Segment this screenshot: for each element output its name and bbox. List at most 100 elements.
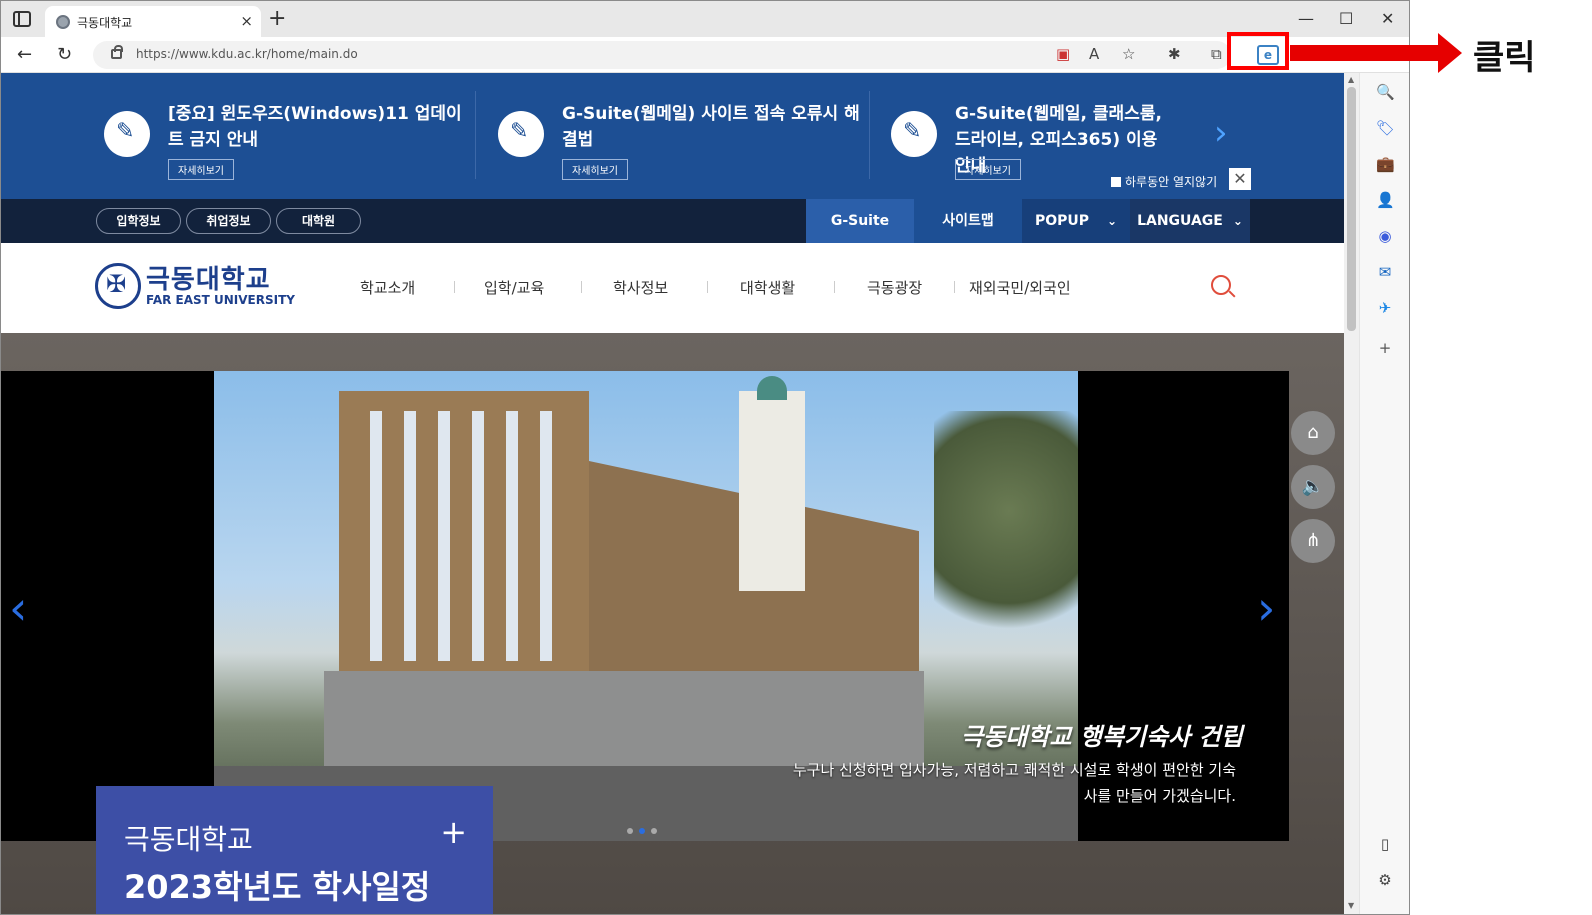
- edge-sidebar: 🔍 🏷 💼 👤 ◉ ✉ ✈ + ▯ ⚙: [1359, 73, 1409, 914]
- schedule-subtitle: 극동대학교: [124, 823, 253, 856]
- sidebar-add-icon[interactable]: +: [1376, 339, 1394, 357]
- sidebar-drop-icon[interactable]: ✈: [1376, 299, 1394, 317]
- notice-banner: [중요] 윈도우즈(Windows)11 업데이트 금지 안내 자세히보기 G-…: [1, 73, 1344, 199]
- menu-separator: [454, 281, 455, 293]
- dont-show-today-checkbox[interactable]: 하루동안 열지않기: [1111, 173, 1217, 190]
- share-button[interactable]: ⋔: [1291, 519, 1335, 563]
- logo-english[interactable]: FAR EAST UNIVERSITY: [146, 293, 295, 307]
- scroll-up-icon[interactable]: ▲: [1348, 75, 1354, 84]
- menu-admission-education[interactable]: 입학/교육: [484, 277, 544, 298]
- click-annotation-label: 클릭: [1473, 38, 1536, 78]
- minimize-button[interactable]: —: [1298, 9, 1314, 28]
- sidebar-shopping-icon[interactable]: 🏷: [1376, 119, 1395, 137]
- hero-slider: 극동대학교 행복기숙사 건립 누구나 신청하면 입사가능, 저렴하고 쾌적한 시…: [1, 333, 1344, 914]
- gsuite-button[interactable]: G-Suite: [806, 199, 914, 243]
- slide-pagination: [627, 819, 663, 838]
- menu-separator: [834, 281, 835, 293]
- slide-dot[interactable]: [651, 828, 657, 834]
- browser-window: 극동대학교 × + — ☐ ✕ ← ↻ https://www.kdu.ac.k…: [0, 0, 1410, 915]
- slide-caption-description: 누구나 신청하면 입사가능, 저렴하고 쾌적한 시설로 학생이 편안한 기숙사를…: [792, 761, 1236, 805]
- menu-separator: [954, 281, 955, 293]
- edit-icon: [498, 111, 544, 157]
- home-button[interactable]: ⌂: [1291, 411, 1335, 455]
- back-button[interactable]: ←: [17, 44, 32, 65]
- close-window-button[interactable]: ✕: [1381, 9, 1394, 28]
- building-windows-shape: [354, 411, 574, 661]
- tab-close-icon[interactable]: ×: [240, 12, 253, 30]
- maximize-button[interactable]: ☐: [1339, 9, 1353, 28]
- new-tab-button[interactable]: +: [268, 8, 286, 30]
- tab-title: 극동대학교: [77, 16, 133, 30]
- sitemap-button[interactable]: 사이트맵: [914, 199, 1022, 243]
- menu-academic-info[interactable]: 학사정보: [613, 277, 668, 298]
- notice-item[interactable]: [중요] 윈도우즈(Windows)11 업데이트 금지 안내 자세히보기: [104, 91, 474, 191]
- admission-info-link[interactable]: 입학정보: [96, 208, 181, 234]
- url-text[interactable]: https://www.kdu.ac.kr/home/main.do: [136, 47, 358, 61]
- graduate-school-link[interactable]: 대학원: [276, 208, 361, 234]
- sidebar-games-icon[interactable]: 👤: [1376, 191, 1395, 209]
- tower-dome-shape: [757, 376, 787, 400]
- favorite-star-icon[interactable]: ☆: [1122, 45, 1135, 63]
- notice-close-button[interactable]: ✕: [1229, 168, 1251, 190]
- menu-plaza[interactable]: 극동광장: [867, 277, 922, 298]
- page-viewport: [중요] 윈도우즈(Windows)11 업데이트 금지 안내 자세히보기 G-…: [1, 73, 1344, 914]
- sidebar-office-icon[interactable]: ◉: [1376, 227, 1394, 245]
- utility-bar: 입학정보 취업정보 대학원 G-Suite 사이트맵 POPUP ⌄ LANGUA…: [1, 199, 1344, 243]
- sidebar-outlook-icon[interactable]: ✉: [1376, 263, 1394, 281]
- sidebar-tools-icon[interactable]: 💼: [1376, 155, 1395, 173]
- read-aloud-icon[interactable]: A: [1089, 45, 1099, 63]
- chevron-down-icon: ⌄: [1107, 214, 1118, 228]
- dont-show-label: 하루동안 열지않기: [1125, 175, 1218, 189]
- search-icon[interactable]: [1211, 275, 1231, 295]
- sidebar-settings-icon[interactable]: ⚙: [1376, 871, 1394, 889]
- menu-separator: [581, 281, 582, 293]
- menu-about[interactable]: 학교소개: [360, 277, 415, 298]
- scroll-thumb[interactable]: [1347, 87, 1356, 331]
- collections-icon[interactable]: ⧉: [1211, 45, 1222, 63]
- notice-title[interactable]: G-Suite(웹메일) 사이트 접속 오류시 해결법: [562, 101, 862, 153]
- annotation-arrow-head-icon: [1438, 33, 1462, 73]
- slide-caption-title: 극동대학교 행복기숙사 건립: [961, 723, 1243, 751]
- notice-more-button[interactable]: 자세히보기: [562, 159, 628, 180]
- tab-actions-icon[interactable]: [13, 11, 31, 27]
- checkbox-icon[interactable]: [1111, 177, 1121, 187]
- edit-icon: [104, 111, 150, 157]
- language-dropdown[interactable]: LANGUAGE ⌄: [1130, 199, 1250, 243]
- extensions-icon[interactable]: ✱: [1168, 45, 1181, 63]
- notice-item[interactable]: G-Suite(웹메일) 사이트 접속 오류시 해결법 자세히보기: [498, 91, 868, 191]
- tab-kdu[interactable]: 극동대학교 ×: [45, 6, 261, 37]
- reload-button[interactable]: ↻: [57, 44, 72, 65]
- notice-more-button[interactable]: 자세히보기: [168, 159, 234, 180]
- page-scrollbar[interactable]: ▲ ▼: [1344, 73, 1359, 914]
- logo-korean[interactable]: 극동대학교: [146, 259, 271, 296]
- tab-bar: 극동대학교 × + — ☐ ✕: [1, 1, 1409, 37]
- tracking-prevention-icon[interactable]: ▣: [1056, 45, 1070, 63]
- slide-dot[interactable]: [627, 828, 633, 834]
- plus-icon[interactable]: +: [440, 816, 467, 848]
- notice-next-arrow-icon[interactable]: ›: [1214, 113, 1228, 153]
- notice-more-button[interactable]: 자세히보기: [955, 159, 1021, 180]
- tree-shape: [934, 411, 1078, 661]
- notice-title[interactable]: [중요] 윈도우즈(Windows)11 업데이트 금지 안내: [168, 101, 468, 153]
- chevron-down-icon: ⌄: [1232, 214, 1243, 228]
- academic-schedule-card[interactable]: 극동대학교 2023학년도 학사일정 +: [96, 786, 493, 914]
- university-emblem-icon[interactable]: [95, 263, 141, 309]
- annotation-arrow-shaft: [1290, 45, 1442, 61]
- sidebar-hide-icon[interactable]: ▯: [1376, 835, 1394, 853]
- favicon-icon: [56, 15, 70, 29]
- popup-dropdown[interactable]: POPUP ⌄: [1022, 199, 1130, 243]
- sidebar-search-icon[interactable]: 🔍: [1376, 83, 1395, 101]
- lock-icon[interactable]: [111, 45, 123, 59]
- employment-info-link[interactable]: 취업정보: [186, 208, 271, 234]
- language-label: LANGUAGE: [1137, 213, 1223, 229]
- sound-button[interactable]: 🔈: [1291, 465, 1335, 509]
- popup-label: POPUP: [1034, 213, 1089, 229]
- slide-dot-active[interactable]: [639, 828, 645, 834]
- slide-prev-arrow-icon[interactable]: ‹: [9, 581, 27, 635]
- menu-campus-life[interactable]: 대학생활: [740, 277, 795, 298]
- browser-toolbar: ← ↻ https://www.kdu.ac.kr/home/main.do ▣…: [1, 37, 1409, 73]
- menu-overseas-foreign[interactable]: 재외국민/외국인: [969, 277, 1071, 298]
- slide-next-arrow-icon[interactable]: ›: [1257, 581, 1275, 635]
- scroll-down-icon[interactable]: ▼: [1348, 901, 1354, 910]
- notice-divider: [869, 91, 870, 179]
